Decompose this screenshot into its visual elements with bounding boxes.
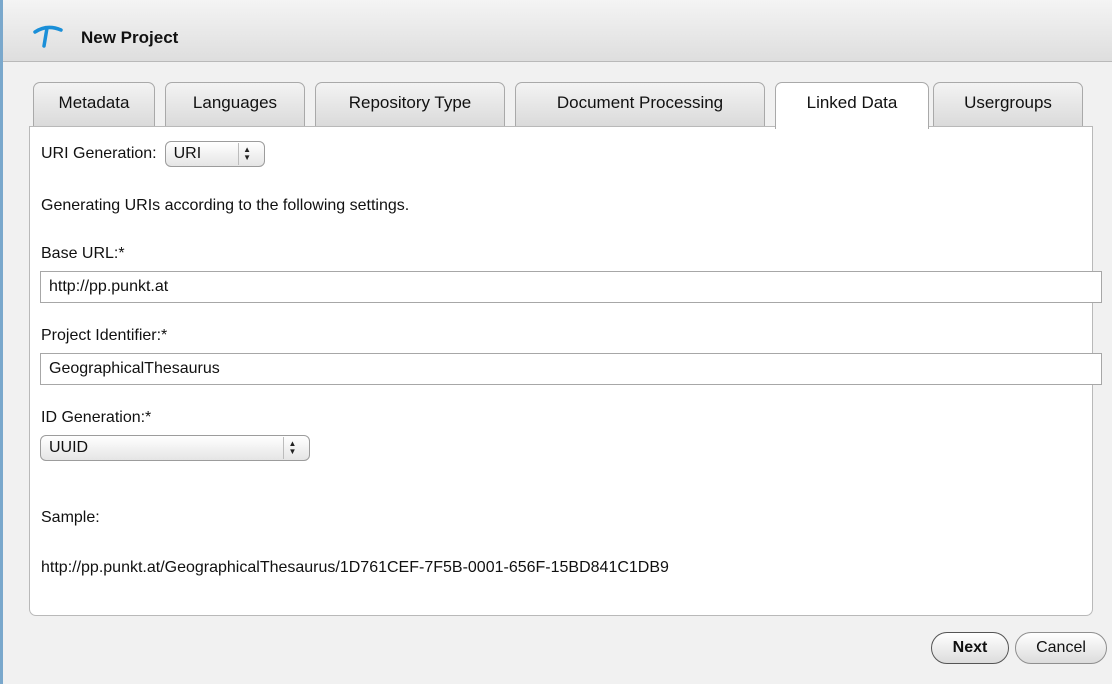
linked-data-panel: URI Generation: URI ▲ ▼ Generating URIs a… (29, 126, 1102, 616)
up-down-stepper-icon: ▲ ▼ (237, 143, 256, 165)
uri-generation-select[interactable]: URI ▲ ▼ (164, 141, 265, 167)
tab-label: Languages (192, 93, 278, 112)
app-logo-icon (33, 25, 63, 48)
tab-bar: Metadata Languages Repository Type Docum… (33, 82, 1093, 129)
up-down-stepper-icon: ▲ ▼ (283, 437, 301, 459)
cancel-button[interactable]: Cancel (1015, 632, 1107, 664)
sample-label: Sample: (41, 509, 100, 526)
uri-generation-label: URI Generation: (41, 145, 157, 162)
project-identifier-label: Project Identifier:* (41, 327, 168, 344)
dialog-title: New Project (81, 28, 179, 47)
info-text: Generating URIs according to the followi… (41, 197, 410, 214)
tab-document-processing[interactable]: Document Processing (515, 82, 765, 128)
tab-label: Linked Data (806, 93, 898, 112)
id-generation-select[interactable]: UUID ▲ ▼ (40, 435, 310, 461)
base-url-label: Base URL:* (41, 245, 125, 262)
tab-metadata[interactable]: Metadata (33, 82, 155, 128)
tab-repository-type[interactable]: Repository Type (315, 82, 505, 128)
sample-uri: http://pp.punkt.at/GeographicalThesaurus… (41, 559, 669, 576)
uri-generation-value: URI (173, 145, 202, 162)
tab-usergroups[interactable]: Usergroups (933, 82, 1083, 128)
tab-languages[interactable]: Languages (165, 82, 305, 128)
new-project-dialog: New Project Metadata Languages Repositor… (0, 0, 1112, 684)
tab-label: Document Processing (556, 93, 724, 112)
id-generation-label: ID Generation:* (41, 409, 152, 426)
tab-label: Repository Type (348, 93, 472, 112)
uri-generation-row: URI Generation: URI ▲ ▼ (41, 141, 265, 167)
project-identifier-input[interactable]: GeographicalThesaurus (40, 353, 1102, 385)
tab-linked-data[interactable]: Linked Data (775, 82, 929, 129)
next-button[interactable]: Next (931, 632, 1009, 664)
tab-label: Metadata (58, 93, 130, 112)
id-generation-value: UUID (49, 439, 89, 456)
tab-label: Usergroups (964, 93, 1052, 112)
base-url-input[interactable]: http://pp.punkt.at (40, 271, 1102, 303)
title-bar: New Project (3, 0, 1112, 62)
